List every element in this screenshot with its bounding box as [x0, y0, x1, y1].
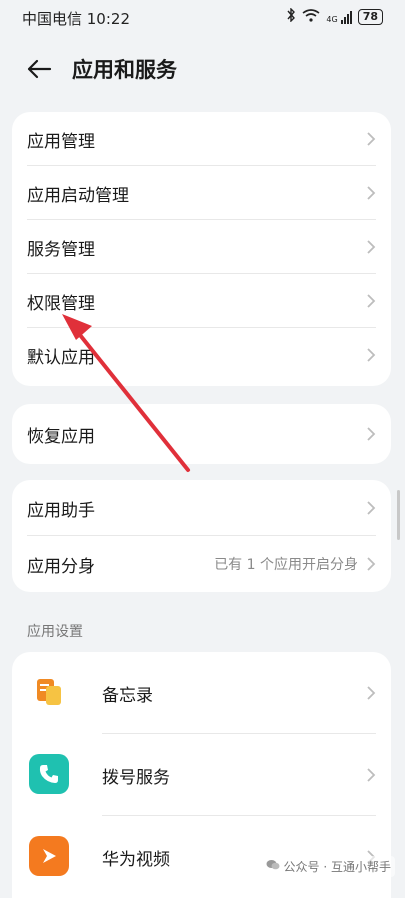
default-apps-item[interactable]: 默认应用	[12, 328, 391, 382]
carrier-time: 中国电信 10:22	[22, 10, 130, 28]
service-management-item[interactable]: 服务管理	[12, 220, 391, 274]
settings-group-management: 应用管理 应用启动管理 服务管理 权限管理 默认应用	[12, 112, 391, 386]
page-title: 应用和服务	[72, 58, 177, 82]
item-label: 应用分身	[27, 556, 95, 577]
item-label: 权限管理	[27, 293, 95, 314]
network-type-text: 4G	[326, 14, 338, 24]
watermark-text: 公众号 · 互通小帮手	[283, 860, 391, 874]
permission-management-item[interactable]: 权限管理	[12, 274, 391, 328]
chevron-right-icon	[367, 768, 376, 782]
wechat-icon	[266, 859, 280, 874]
app-label: 华为视频	[102, 850, 170, 870]
phone-icon	[29, 754, 69, 794]
header: 应用和服务	[0, 40, 405, 98]
chevron-right-icon	[367, 240, 376, 254]
chevron-right-icon	[367, 132, 376, 146]
video-play-icon	[29, 836, 69, 876]
item-label: 服务管理	[27, 239, 95, 260]
wifi-icon	[302, 8, 320, 26]
app-management-item[interactable]: 应用管理	[12, 112, 391, 166]
app-item-dialer[interactable]: 拨号服务	[12, 734, 391, 816]
chevron-right-icon	[367, 186, 376, 200]
bluetooth-icon	[286, 7, 296, 26]
app-helper-item[interactable]: 应用助手	[12, 480, 391, 536]
status-bar: 中国电信 10:22 4G 78	[0, 0, 405, 34]
item-label: 恢复应用	[27, 426, 95, 447]
chevron-right-icon	[367, 294, 376, 308]
app-item-memo[interactable]: 备忘录	[12, 652, 391, 734]
chevron-right-icon	[367, 348, 376, 362]
app-clone-item[interactable]: 应用分身 已有 1 个应用开启分身	[12, 536, 391, 592]
item-label: 应用助手	[27, 500, 95, 521]
clone-status-value: 已有 1 个应用开启分身	[214, 557, 358, 573]
settings-group-restore: 恢复应用	[12, 404, 391, 464]
scrollbar-thumb[interactable]	[397, 490, 400, 540]
chevron-right-icon	[367, 686, 376, 700]
back-arrow-icon[interactable]	[24, 54, 54, 84]
app-label: 拨号服务	[102, 768, 170, 788]
memo-icon	[29, 672, 69, 712]
app-label: 备忘录	[102, 686, 153, 706]
settings-group-helper: 应用助手 应用分身 已有 1 个应用开启分身	[12, 480, 391, 592]
app-launch-management-item[interactable]: 应用启动管理	[12, 166, 391, 220]
item-label: 应用启动管理	[27, 185, 129, 206]
restore-apps-item[interactable]: 恢复应用	[12, 404, 391, 464]
section-header-app-settings: 应用设置	[27, 624, 83, 640]
item-label: 默认应用	[27, 347, 95, 368]
item-label: 应用管理	[27, 131, 95, 152]
watermark: 公众号 · 互通小帮手	[261, 856, 395, 877]
battery-indicator: 78	[357, 9, 383, 25]
chevron-right-icon	[367, 427, 376, 441]
signal-4g-icon: 4G	[326, 10, 352, 24]
chevron-right-icon	[367, 501, 376, 515]
chevron-right-icon	[367, 557, 376, 571]
